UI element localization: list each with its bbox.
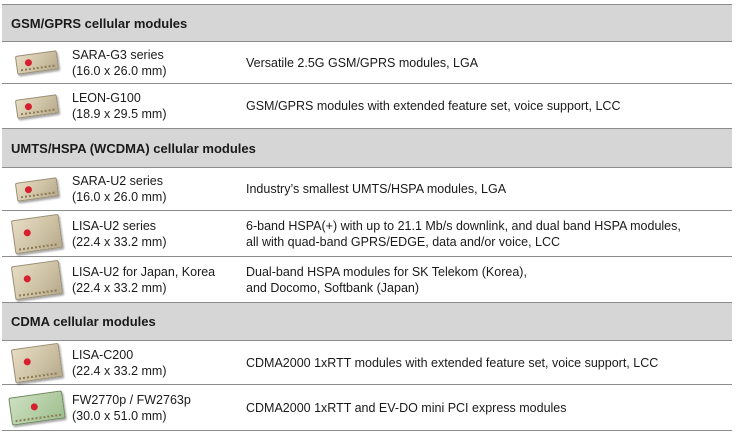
module-description-line-1: Dual-band HSPA modules for SK Telekom (K… bbox=[246, 264, 527, 279]
sara-module-icon bbox=[14, 50, 59, 75]
product-table: GSM/GPRS cellular modules SARA-G3 series… bbox=[2, 4, 732, 431]
table-row: LEON-G100 (18.9 x 29.5 mm) GSM/GPRS modu… bbox=[2, 84, 732, 129]
module-description: CDMA2000 1xRTT and EV-DO mini PCI expres… bbox=[246, 400, 567, 415]
module-description-line-2: all with quad-band GPRS/EDGE, data and/o… bbox=[246, 234, 561, 249]
module-description: Industry’s smallest UMTS/HSPA modules, L… bbox=[246, 182, 507, 196]
lisa-module-icon bbox=[10, 342, 63, 383]
mini-pci-card-icon bbox=[7, 389, 66, 426]
module-name: SARA-G3 series bbox=[72, 47, 164, 62]
table-row: SARA-G3 series (16.0 x 26.0 mm) Versatil… bbox=[2, 42, 732, 84]
module-description-line-1: 6-band HSPA(+) with up to 21.1 Mb/s down… bbox=[246, 218, 681, 233]
module-size: (16.0 x 26.0 mm) bbox=[72, 63, 167, 78]
module-description: CDMA2000 1xRTT modules with extended fea… bbox=[246, 355, 659, 370]
section-header-cdma: CDMA cellular modules bbox=[2, 303, 732, 341]
module-size: (18.9 x 29.5 mm) bbox=[72, 107, 167, 121]
module-size: (22.4 x 33.2 mm) bbox=[72, 280, 167, 295]
table-row: LISA-C200 (22.4 x 33.2 mm) CDMA2000 1xRT… bbox=[2, 341, 732, 385]
table-row: LISA-U2 for Japan, Korea (22.4 x 33.2 mm… bbox=[2, 257, 732, 303]
lisa-module-icon bbox=[10, 259, 63, 300]
section-header-umts-hspa: UMTS/HSPA (WCDMA) cellular modules bbox=[2, 129, 732, 168]
module-size: (22.4 x 33.2 mm) bbox=[72, 234, 167, 249]
section-title: CDMA cellular modules bbox=[11, 314, 156, 329]
module-name: LISA-C200 bbox=[72, 347, 134, 362]
lisa-module-icon bbox=[10, 213, 63, 254]
sara-module-icon bbox=[14, 176, 59, 202]
section-header-gsm-gprs: GSM/GPRS cellular modules bbox=[2, 5, 732, 42]
module-name: FW2770p / FW2763p bbox=[72, 392, 191, 407]
module-name: LISA-U2 for Japan, Korea bbox=[72, 264, 216, 279]
table-row: SARA-U2 series (16.0 x 26.0 mm) Industry… bbox=[2, 168, 732, 211]
module-name: LISA-U2 series bbox=[72, 218, 157, 233]
table-row: LISA-U2 series (22.4 x 33.2 mm) 6-band H… bbox=[2, 211, 732, 257]
module-description: Versatile 2.5G GSM/GPRS modules, LGA bbox=[246, 55, 479, 70]
leon-module-icon bbox=[14, 93, 59, 119]
section-title: UMTS/HSPA (WCDMA) cellular modules bbox=[11, 140, 256, 156]
module-name: LEON-G100 bbox=[72, 91, 141, 105]
table-row: FW2770p / FW2763p (30.0 x 51.0 mm) CDMA2… bbox=[2, 385, 732, 431]
module-size: (30.0 x 51.0 mm) bbox=[72, 408, 167, 423]
module-size: (22.4 x 33.2 mm) bbox=[72, 363, 167, 378]
module-size: (16.0 x 26.0 mm) bbox=[72, 190, 167, 204]
section-title: GSM/GPRS cellular modules bbox=[11, 15, 188, 31]
module-description-line-2: and Docomo, Softbank (Japan) bbox=[246, 280, 420, 295]
module-name: SARA-U2 series bbox=[72, 174, 163, 188]
module-description: GSM/GPRS modules with extended feature s… bbox=[246, 99, 621, 113]
